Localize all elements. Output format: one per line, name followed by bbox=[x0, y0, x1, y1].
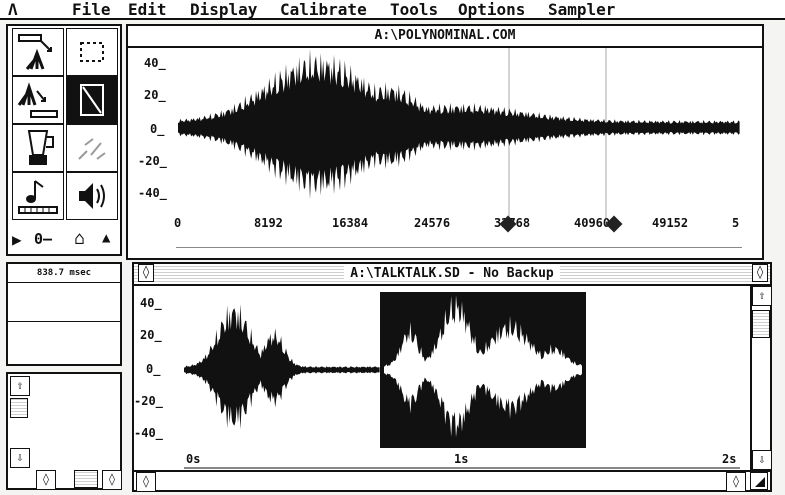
tool-draw-wave[interactable] bbox=[66, 76, 118, 124]
left-scroll-right-icon[interactable]: ◊ bbox=[102, 470, 122, 490]
x-tick-16384: 16384 bbox=[332, 216, 369, 230]
scroll-down-icon[interactable]: ⇩ bbox=[752, 450, 772, 470]
y2-label-neg40: -40_ bbox=[134, 426, 163, 440]
tool-scatter[interactable] bbox=[66, 124, 118, 172]
time-readout: 838.7 msec bbox=[8, 264, 120, 283]
tool-keyboard[interactable] bbox=[12, 172, 64, 220]
scroll-up-icon[interactable]: ⇧ bbox=[752, 286, 772, 306]
y2-label-20: 20_ bbox=[140, 328, 162, 342]
fuller-box-icon[interactable]: ◊ bbox=[752, 264, 768, 282]
menu-bar: Λ File Edit Display Calibrate Tools Opti… bbox=[0, 0, 785, 20]
music-note-icon bbox=[18, 180, 58, 214]
left-scroll-panel: ⇧ ⇩ ◊ ◊ bbox=[6, 372, 122, 490]
info-panel: 838.7 msec bbox=[6, 262, 122, 366]
menu-sampler[interactable]: Sampler bbox=[548, 0, 615, 20]
waveform-area-bottom[interactable]: 40_ 20_ 0_ -20_ -40_ 0s 1s 2s bbox=[134, 286, 746, 470]
menu-file[interactable]: File bbox=[72, 0, 111, 20]
tool-sample-load[interactable] bbox=[12, 28, 64, 76]
play-icon[interactable]: ▶ bbox=[12, 230, 22, 249]
menu-display[interactable]: Display bbox=[190, 0, 257, 20]
sample-save-icon bbox=[17, 82, 58, 118]
info-row-2 bbox=[8, 283, 120, 322]
window-polynominal: A:\POLYNOMINAL.COM 40_ 20_ 0_ -20_ -40_ … bbox=[126, 24, 764, 260]
x-tick-8192: 8192 bbox=[254, 216, 283, 230]
y-label-40: 40_ bbox=[144, 56, 166, 70]
tool-play-sound[interactable] bbox=[66, 172, 118, 220]
left-scroll-up-icon[interactable]: ⇧ bbox=[10, 376, 30, 396]
vertical-scrollbar[interactable]: ⇧ ⇩ bbox=[750, 286, 772, 470]
y-label-neg20: -20_ bbox=[138, 154, 167, 168]
left-hscroll-thumb[interactable] bbox=[74, 470, 98, 488]
tool-palette: ▶ 0— ⌂ ▲ bbox=[6, 24, 122, 256]
cone-icon[interactable]: ▲ bbox=[102, 230, 110, 246]
x-tick-49152: 49152 bbox=[652, 216, 689, 230]
left-scroll-thumb[interactable] bbox=[10, 398, 28, 418]
y-label-20: 20_ bbox=[144, 88, 166, 102]
window-talktalk: ◊ A:\TALKTALK.SD - No Backup ◊ 40_ 20_ 0… bbox=[132, 262, 772, 492]
scroll-right-icon[interactable]: ◊ bbox=[726, 472, 746, 492]
tool-sample-save[interactable] bbox=[12, 76, 64, 124]
window-talktalk-titlebar[interactable]: ◊ A:\TALKTALK.SD - No Backup ◊ bbox=[134, 264, 770, 286]
menu-edit[interactable]: Edit bbox=[128, 0, 167, 20]
time-tick-0s: 0s bbox=[186, 452, 201, 466]
left-scroll-left-icon[interactable]: ◊ bbox=[36, 470, 56, 490]
y2-label-neg20: -20_ bbox=[134, 394, 163, 408]
home-icon[interactable]: ⌂ bbox=[74, 228, 85, 249]
menu-calibrate[interactable]: Calibrate bbox=[280, 0, 367, 20]
time-tick-1s: 1s bbox=[454, 452, 469, 466]
left-scroll-down-icon[interactable]: ⇩ bbox=[10, 448, 30, 468]
close-box-icon[interactable]: ◊ bbox=[138, 264, 154, 282]
draw-line-icon bbox=[80, 84, 104, 116]
vscroll-thumb[interactable] bbox=[752, 310, 770, 338]
horizontal-scrollbar[interactable]: ◊ ◊ bbox=[134, 470, 770, 492]
waveform-bottom[interactable] bbox=[134, 286, 746, 470]
blender-icon bbox=[27, 130, 54, 165]
menu-tools[interactable]: Tools bbox=[390, 0, 438, 20]
y2-label-40: 40_ bbox=[140, 296, 162, 310]
window-talktalk-title: A:\TALKTALK.SD - No Backup bbox=[344, 266, 560, 281]
y2-label-0: 0_ bbox=[146, 362, 161, 376]
tool-select-range[interactable] bbox=[66, 28, 118, 76]
y-label-0: 0_ bbox=[150, 122, 165, 136]
waveform-area-top[interactable]: 40_ 20_ 0_ -20_ -40_ 0 8192 16384 24576 … bbox=[128, 48, 762, 258]
x-tick-24576: 24576 bbox=[414, 216, 451, 230]
size-box-icon[interactable] bbox=[750, 472, 768, 490]
window-polynominal-title[interactable]: A:\POLYNOMINAL.COM bbox=[128, 26, 762, 48]
scroll-left-icon[interactable]: ◊ bbox=[136, 472, 156, 492]
tool-strip: ▶ 0— ⌂ ▲ bbox=[10, 226, 122, 254]
scatter-icon bbox=[78, 138, 106, 160]
x-tick-0: 0 bbox=[174, 216, 182, 230]
menu-options[interactable]: Options bbox=[458, 0, 525, 20]
zero-line-button[interactable]: 0— bbox=[34, 230, 52, 248]
atari-logo-icon[interactable]: Λ bbox=[8, 0, 18, 20]
x-tick-5: 5 bbox=[732, 216, 740, 230]
time-tick-2s: 2s bbox=[722, 452, 737, 466]
y-label-neg40: -40_ bbox=[138, 186, 167, 200]
speaker-icon bbox=[79, 183, 105, 209]
marquee-select-icon bbox=[80, 42, 104, 62]
tool-blender[interactable] bbox=[12, 124, 64, 172]
sample-load-icon bbox=[18, 34, 52, 70]
